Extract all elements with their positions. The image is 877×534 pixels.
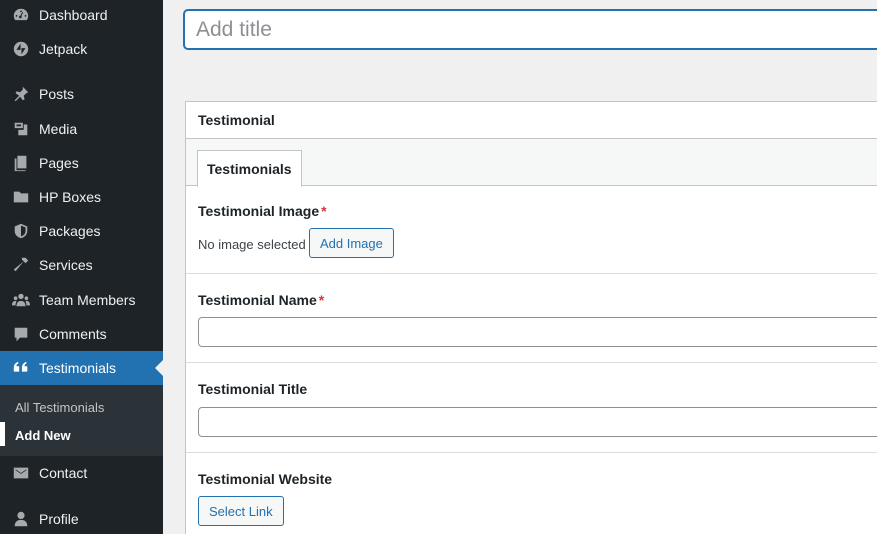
- field-divider: [186, 452, 877, 453]
- sidebar-item-label: Media: [39, 121, 78, 137]
- media-icon: [11, 119, 31, 139]
- testimonial-metabox: Testimonial Testimonials Testimonial Ima…: [185, 101, 877, 534]
- sidebar-item-label: Testimonials: [39, 360, 117, 376]
- sidebar-item-label: Services: [39, 257, 93, 273]
- field-divider: [186, 273, 877, 274]
- no-image-status: No image selected: [198, 237, 306, 252]
- folder-icon: [11, 187, 31, 207]
- sidebar-item-media[interactable]: Media: [0, 112, 163, 146]
- current-item-marker: [0, 422, 5, 446]
- sidebar-item-label: Packages: [39, 223, 101, 239]
- sidebar-item-label: Contact: [39, 465, 88, 481]
- submenu-item-add-new[interactable]: Add New: [15, 428, 71, 443]
- select-link-button[interactable]: Select Link: [198, 496, 284, 526]
- sidebar-item-services[interactable]: Services: [0, 248, 163, 282]
- pages-icon: [11, 153, 31, 173]
- shield-icon: [11, 221, 31, 241]
- dashboard-icon: [11, 5, 31, 25]
- metabox-tabs: Testimonials: [186, 139, 877, 187]
- testimonial-website-label: Testimonial Website: [198, 471, 333, 487]
- sidebar-item-profile[interactable]: Profile: [0, 502, 163, 534]
- testimonial-name-label: Testimonial Name *: [198, 292, 324, 308]
- tab-testimonials[interactable]: Testimonials: [197, 150, 302, 187]
- sidebar-item-label: Comments: [39, 326, 107, 342]
- sidebar-item-dashboard[interactable]: Dashboard: [0, 0, 163, 32]
- sidebar-item-label: Jetpack: [39, 41, 88, 57]
- sidebar-item-jetpack[interactable]: Jetpack: [0, 32, 163, 66]
- sidebar-item-label: Dashboard: [39, 7, 108, 23]
- add-image-button[interactable]: Add Image: [309, 228, 394, 258]
- sidebar-item-pages[interactable]: Pages: [0, 146, 163, 180]
- sidebar-item-comments[interactable]: Comments: [0, 317, 163, 351]
- sidebar-item-packages[interactable]: Packages: [0, 214, 163, 248]
- user-icon: [11, 509, 31, 529]
- required-mark: *: [321, 203, 327, 219]
- admin-sidebar: Dashboard Jetpack Posts Media Pages HP B…: [0, 0, 163, 534]
- email-icon: [11, 463, 31, 483]
- submenu-item-all-testimonials[interactable]: All Testimonials: [15, 400, 104, 415]
- jetpack-icon: [11, 39, 31, 59]
- sidebar-item-posts[interactable]: Posts: [0, 77, 163, 111]
- comment-icon: [11, 324, 31, 344]
- sidebar-item-label: Profile: [39, 511, 79, 527]
- hammer-icon: [11, 255, 31, 275]
- metabox-title: Testimonial: [186, 102, 877, 139]
- field-label-text: Testimonial Image: [198, 203, 320, 219]
- sidebar-item-label: Posts: [39, 86, 75, 102]
- sidebar-item-team-members[interactable]: Team Members: [0, 283, 163, 317]
- pin-icon: [11, 84, 31, 104]
- quote-icon: [11, 358, 31, 378]
- field-divider: [186, 362, 877, 363]
- sidebar-item-contact[interactable]: Contact: [0, 456, 163, 490]
- groups-icon: [11, 290, 31, 310]
- testimonial-title-label: Testimonial Title: [198, 381, 308, 397]
- sidebar-item-hp-boxes[interactable]: HP Boxes: [0, 180, 163, 214]
- sidebar-item-label: Pages: [39, 155, 79, 171]
- post-title-input[interactable]: [184, 10, 877, 49]
- sidebar-item-label: Team Members: [39, 292, 136, 308]
- testimonial-image-label: Testimonial Image *: [198, 203, 327, 219]
- sidebar-item-testimonials[interactable]: Testimonials: [0, 351, 163, 385]
- testimonials-submenu: All Testimonials Add New: [0, 385, 163, 456]
- field-label-text: Testimonial Name: [198, 292, 317, 308]
- sidebar-item-label: HP Boxes: [39, 189, 101, 205]
- testimonial-name-input[interactable]: [198, 317, 877, 347]
- testimonial-title-input[interactable]: [198, 407, 877, 437]
- required-mark: *: [318, 292, 325, 308]
